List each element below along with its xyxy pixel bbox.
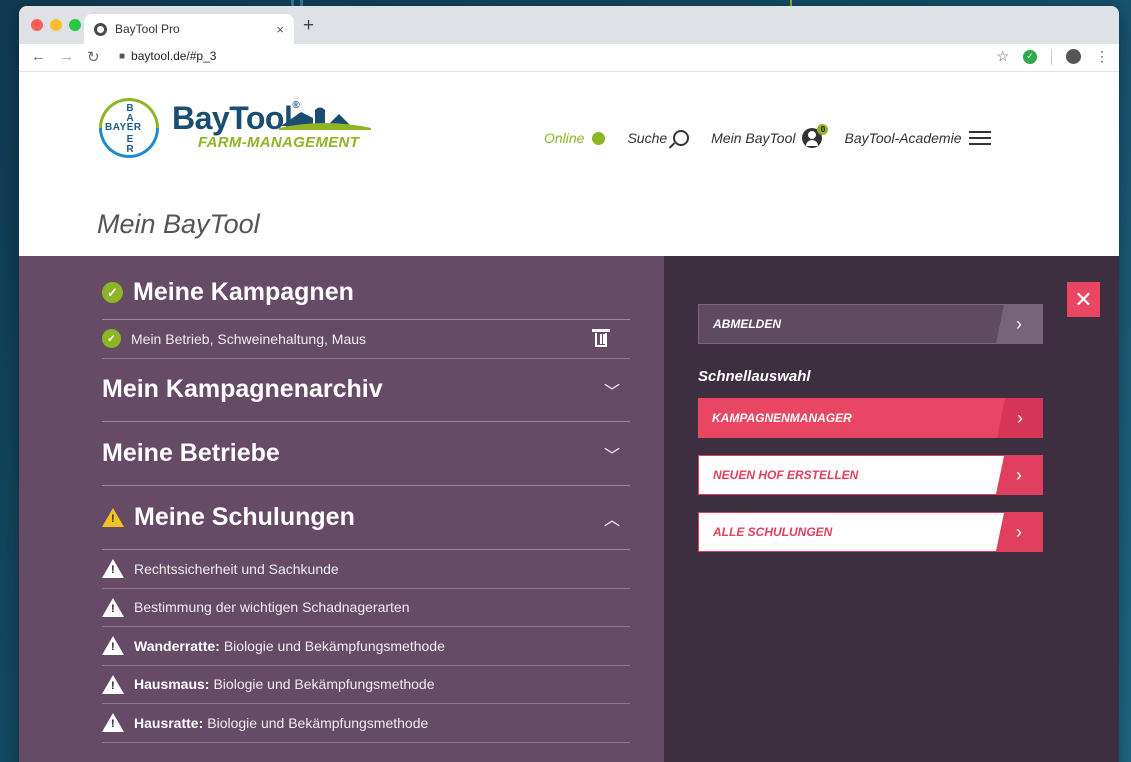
minimize-window-button[interactable] bbox=[50, 19, 62, 31]
archive-section: Mein Kampagnenarchiv ﹀ bbox=[102, 358, 630, 422]
close-panel-button[interactable]: ✕ bbox=[1067, 282, 1100, 317]
browser-tab[interactable]: BayTool Pro × bbox=[84, 14, 294, 44]
window-controls bbox=[31, 19, 81, 31]
chevron-up-icon: ︿ bbox=[603, 511, 620, 529]
extension-check-icon[interactable]: ✓ bbox=[1023, 49, 1037, 64]
campaign-item[interactable]: ✓ Mein Betrieb, Schweinehaltung, Maus bbox=[102, 320, 630, 359]
nav-my-baytool[interactable]: Mein BayTool 0 bbox=[711, 124, 829, 148]
tab-title: BayTool Pro bbox=[115, 22, 180, 36]
online-dot-icon bbox=[592, 131, 606, 145]
warning-icon bbox=[102, 636, 124, 656]
farms-section: Meine Betriebe ﹀ bbox=[102, 422, 630, 486]
warning-icon bbox=[102, 559, 124, 579]
farms-header[interactable]: Meine Betriebe ﹀ bbox=[102, 422, 630, 486]
new-farm-button[interactable]: NEUEN HOF ERSTELLEN › bbox=[698, 455, 1043, 495]
tab-strip: BayTool Pro × + bbox=[19, 6, 1119, 44]
trash-icon[interactable] bbox=[592, 329, 610, 347]
chevron-down-icon: ﹀ bbox=[603, 447, 620, 465]
address-toolbar: ← → ↻ ■ baytool.de/#p_3 ☆ ✓ ⋮ bbox=[19, 44, 1119, 72]
warning-icon bbox=[102, 597, 124, 617]
nav-academy[interactable]: BayTool-Academie bbox=[844, 130, 992, 146]
training-item[interactable]: Bestimmung der wichtigen Schadnagerarten bbox=[102, 589, 630, 627]
warning-icon bbox=[102, 508, 124, 527]
chevron-right-icon: › bbox=[997, 398, 1043, 438]
main-nav: Online Suche Mein BayTool 0 BayTool-Acad… bbox=[544, 124, 992, 148]
address-bar[interactable]: ■ baytool.de/#p_3 bbox=[119, 49, 216, 63]
url-text: baytool.de/#p_3 bbox=[131, 49, 217, 63]
chevron-right-icon: › bbox=[996, 305, 1042, 343]
check-icon: ✓ bbox=[102, 282, 123, 303]
farm-icon bbox=[279, 107, 371, 130]
trainings-section: Meine Schulungen ︿ Rechtssicherheit und … bbox=[102, 486, 630, 743]
search-icon bbox=[673, 130, 690, 146]
new-tab-button[interactable]: + bbox=[303, 15, 314, 37]
menu-dots-icon[interactable]: ⋮ bbox=[1095, 48, 1109, 65]
all-trainings-button[interactable]: ALLE SCHULUNGEN › bbox=[698, 512, 1043, 552]
back-icon[interactable]: ← bbox=[31, 48, 46, 65]
online-status: Online bbox=[544, 130, 606, 146]
maximize-window-button[interactable] bbox=[69, 19, 81, 31]
brand-subtitle: FARM-MANAGEMENT bbox=[198, 134, 360, 151]
user-icon: 0 bbox=[802, 124, 829, 148]
campaigns-header[interactable]: ✓ Meine Kampagnen bbox=[102, 266, 630, 320]
close-window-button[interactable] bbox=[31, 19, 43, 31]
globe-icon bbox=[94, 22, 107, 36]
training-item[interactable]: Wanderratte: Biologie und Bekämpfungsmet… bbox=[102, 627, 630, 666]
tab-close-icon[interactable]: × bbox=[276, 22, 284, 37]
campaign-manager-button[interactable]: KAMPAGNENMANAGER › bbox=[698, 398, 1043, 438]
archive-header[interactable]: Mein Kampagnenarchiv ﹀ bbox=[102, 358, 630, 422]
trainings-header[interactable]: Meine Schulungen ︿ bbox=[102, 486, 630, 550]
hamburger-menu-icon bbox=[969, 131, 992, 145]
bayer-logo-horizontal: BAYER bbox=[105, 122, 142, 133]
site-header: BAER BAYER BayTool® FARM-MANAGEMENT Onli… bbox=[19, 72, 1119, 256]
page-title: Mein BayTool bbox=[97, 209, 260, 239]
warning-icon bbox=[102, 713, 124, 733]
check-icon: ✓ bbox=[102, 329, 121, 349]
account-panel: ✓ Meine Kampagnen ✓ Mein Betrieb, Schwei… bbox=[19, 256, 1119, 762]
warning-icon bbox=[102, 674, 124, 694]
lock-icon: ■ bbox=[119, 50, 126, 62]
browser-window: BayTool Pro × + ← → ↻ ■ baytool.de/#p_3 … bbox=[19, 6, 1119, 762]
campaigns-section: ✓ Meine Kampagnen ✓ Mein Betrieb, Schwei… bbox=[102, 266, 630, 359]
nav-search[interactable]: Suche bbox=[627, 130, 690, 146]
chevron-down-icon: ﹀ bbox=[603, 383, 620, 401]
training-item[interactable]: Hausratte: Biologie und Bekämpfungsmetho… bbox=[102, 704, 630, 743]
notification-badge: 0 bbox=[817, 124, 829, 135]
toolbar-divider bbox=[1051, 48, 1052, 65]
chevron-right-icon: › bbox=[996, 456, 1042, 494]
star-icon[interactable]: ☆ bbox=[996, 48, 1009, 65]
training-item[interactable]: Hausmaus: Biologie und Bekämpfungsmethod… bbox=[102, 666, 630, 704]
profile-icon[interactable] bbox=[1066, 49, 1081, 64]
bayer-logo[interactable]: BAER BAYER bbox=[99, 98, 159, 158]
quick-select-title: Schnellauswahl bbox=[698, 368, 811, 385]
reload-icon[interactable]: ↻ bbox=[87, 48, 100, 66]
toolbar-actions: ☆ ✓ ⋮ bbox=[996, 48, 1109, 65]
forward-icon[interactable]: → bbox=[59, 48, 74, 65]
chevron-right-icon: › bbox=[996, 513, 1042, 551]
logout-button[interactable]: ABMELDEN › bbox=[698, 304, 1043, 344]
training-item[interactable]: Rechtssicherheit und Sachkunde bbox=[102, 550, 630, 589]
